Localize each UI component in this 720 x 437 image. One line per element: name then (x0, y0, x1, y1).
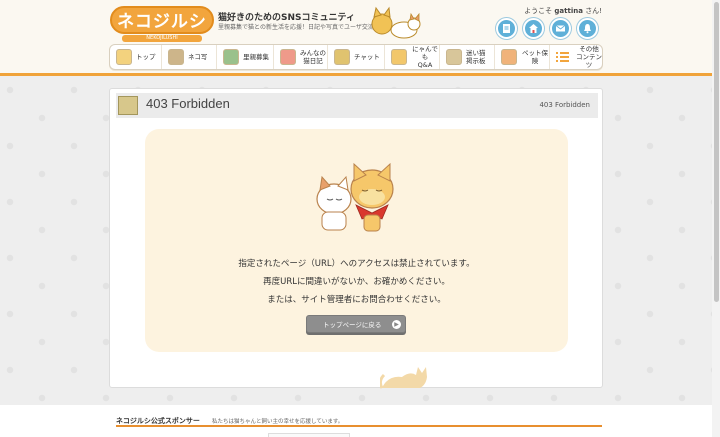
mail-icon (555, 25, 566, 32)
error-message-line-2: 再度URLに間違いがないか、お確かめください。 (263, 277, 450, 287)
scrollbar-thumb[interactable] (714, 2, 719, 302)
page-title: 403 Forbidden (146, 96, 230, 111)
page-title-bar: 403 Forbidden 403 Forbidden (116, 93, 598, 118)
memo-icon-button[interactable] (496, 18, 517, 39)
nav-label: ペット保険 (522, 49, 548, 65)
welcome-suffix: さん! (585, 7, 602, 15)
cat-silhouette-decoration (380, 367, 427, 389)
error-message-line-1: 指定されたページ（URL）へのアクセスは禁止されています。 (238, 259, 475, 269)
site-logo[interactable]: ネコジルシ NEKOJILUSHI (110, 6, 214, 42)
nav-label: みんなの 猫日記 (300, 49, 326, 65)
welcome-prefix: ようこそ (524, 7, 553, 15)
nav-item-chat[interactable]: チャット (328, 45, 385, 69)
photo-cat-icon (168, 49, 184, 65)
nav-item-photos[interactable]: ネコ写 (162, 45, 217, 69)
nav-label: その他 コンテンツ (576, 45, 602, 69)
bowing-cats-illustration (316, 162, 394, 232)
error-message-box: 指定されたページ（URL）へのアクセスは禁止されています。 再度URLに間違いが… (145, 129, 568, 352)
chat-icon (334, 49, 350, 65)
memo-icon (503, 24, 510, 33)
welcome-message: ようこそ gattina さん! (524, 6, 602, 16)
adoption-icon (223, 49, 239, 65)
nav-item-diary[interactable]: みんなの 猫日記 (274, 45, 328, 69)
nav-item-adoption[interactable]: 里親募集 (217, 45, 274, 69)
main-panel: 403 Forbidden 403 Forbidden 指定されたページ（URL… (109, 88, 603, 389)
qa-icon (391, 49, 407, 65)
nav-item-insurance[interactable]: ペット保険 (495, 45, 550, 69)
nav-label: にゃんでも Q&A (412, 45, 438, 69)
sponsor-banner[interactable] (268, 433, 350, 437)
back-to-top-label: トップページに戻る (323, 321, 382, 329)
sponsor-divider (116, 425, 602, 427)
nav-label: ネコ写 (188, 53, 208, 61)
logo-subtext: NEKOJILUSHI (122, 35, 202, 42)
back-to-top-button[interactable]: トップページに戻る ▶ (306, 315, 406, 333)
diary-icon (280, 49, 296, 65)
nav-item-lost-cats[interactable]: 迷い猫 掲示板 (440, 45, 495, 69)
nav-label: チャット (354, 53, 380, 61)
site-subline: 里親募集で猫との新生活を応援！日記や写真でユーザ交流 (218, 24, 374, 31)
error-message-line-3: または、サイト管理者にお問合わせください。 (267, 295, 446, 305)
menu-list-icon (556, 49, 572, 65)
sponsor-description: 私たちは猫ちゃんと飼い主の幸せを応援しています。 (212, 419, 344, 425)
top-cat-icon (116, 49, 132, 65)
footer-sponsor-section: ネコジルシ公式スポンサー 私たちは猫ちゃんと飼い主の幸せを応援しています。 (0, 405, 720, 437)
username[interactable]: gattina (554, 7, 583, 15)
home-icon-button[interactable] (523, 18, 544, 39)
breadcrumb: 403 Forbidden (539, 101, 590, 109)
global-nav: トップ ネコ写 里親募集 みんなの 猫日記 チャット にゃんでも Q&A 迷い猫… (109, 44, 603, 70)
header-cats-illustration (371, 6, 421, 39)
home-icon (529, 24, 538, 33)
nav-item-top[interactable]: トップ (110, 45, 162, 69)
notification-icon-button[interactable] (577, 18, 598, 39)
site-header: ネコジルシ NEKOJILUSHI 猫好きのためのSNSコミュニティ 里親募集で… (0, 0, 720, 76)
chevron-right-icon: ▶ (392, 320, 401, 329)
page-scrollbar[interactable] (712, 0, 720, 437)
nav-item-other[interactable]: その他 コンテンツ (550, 45, 602, 69)
nav-label: 里親募集 (243, 53, 269, 61)
cat-title-icon (118, 96, 138, 115)
nav-item-qa[interactable]: にゃんでも Q&A (385, 45, 440, 69)
nav-label: 迷い猫 掲示板 (466, 49, 486, 65)
insurance-icon (501, 49, 517, 65)
bell-icon (584, 24, 591, 34)
mail-icon-button[interactable] (550, 18, 571, 39)
logo-text: ネコジルシ (110, 6, 214, 34)
nav-label: トップ (136, 53, 156, 61)
lost-cat-icon (446, 49, 462, 65)
